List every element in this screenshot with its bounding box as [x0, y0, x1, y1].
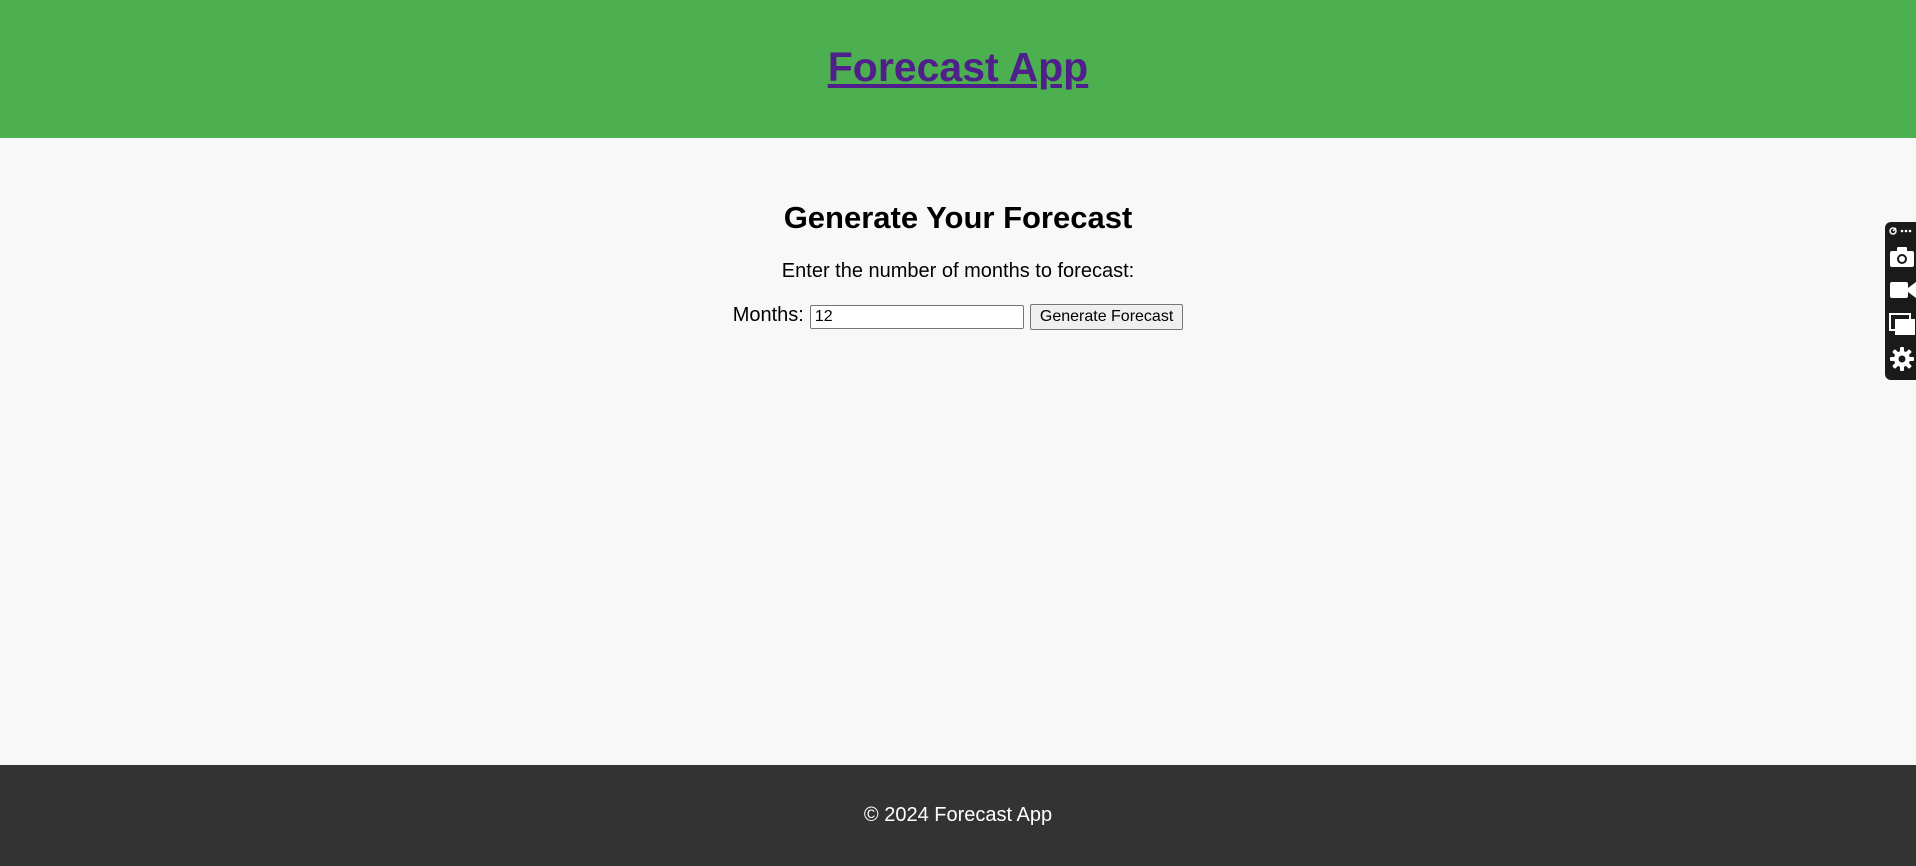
gear-icon[interactable] [1889, 346, 1915, 372]
months-label: Months: [732, 303, 804, 326]
windows-icon[interactable] [1889, 313, 1916, 337]
forecast-form: Months: Generate Forecast [0, 304, 1916, 330]
months-input[interactable] [809, 305, 1024, 329]
main-content: Generate Your Forecast Enter the number … [0, 138, 1916, 765]
generate-forecast-button[interactable]: Generate Forecast [1029, 304, 1184, 330]
video-camera-icon[interactable] [1889, 280, 1916, 300]
footer-copyright: © 2024 Forecast App [863, 804, 1053, 826]
site-header: Forecast App [0, 0, 1916, 138]
site-footer: © 2024 Forecast App [0, 765, 1916, 866]
page: Forecast App Generate Your Forecast Ente… [0, 0, 1916, 866]
app-title-link[interactable]: Forecast App [828, 44, 1088, 91]
forecast-heading: Generate Your Forecast [783, 200, 1133, 235]
forecast-instruction: Enter the number of months to forecast: [781, 260, 1135, 282]
screen-capture-toolbar [1885, 222, 1916, 380]
extension-menu-icon[interactable] [1889, 226, 1913, 236]
camera-icon[interactable] [1889, 246, 1915, 268]
